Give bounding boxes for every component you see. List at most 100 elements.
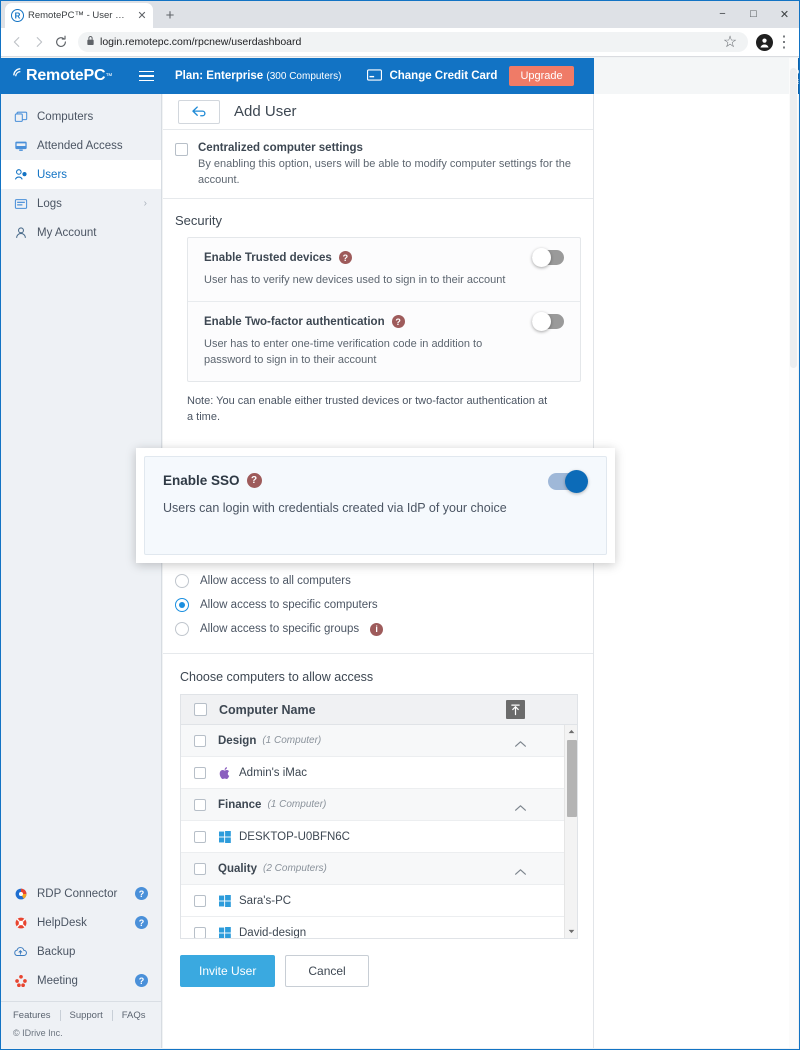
logs-icon	[13, 197, 28, 211]
rdp-icon	[13, 887, 28, 901]
computer-list-scrollbar[interactable]	[564, 725, 577, 938]
table-row-admins-imac[interactable]: Admin's iMac	[181, 757, 577, 789]
sidebar-label-helpdesk: HelpDesk	[37, 916, 87, 929]
sidebar-item-meeting[interactable]: Meeting ?	[0, 966, 161, 995]
maximize-button[interactable]: □	[738, 0, 769, 28]
invite-user-button[interactable]: Invite User	[180, 955, 276, 987]
chevron-right-icon[interactable]: ›	[144, 198, 147, 209]
footer-link-support[interactable]: Support	[61, 1010, 113, 1021]
checkbox-desktop-u0bfn6c[interactable]	[194, 830, 206, 843]
scroll-up-arrow-icon[interactable]	[565, 725, 577, 738]
group-count-finance: (1 Computer)	[267, 799, 327, 810]
checkbox-group-finance[interactable]	[194, 798, 206, 811]
profile-avatar-icon[interactable]	[754, 32, 774, 52]
sidebar-item-users[interactable]: Users	[0, 160, 161, 189]
forward-icon[interactable]	[28, 31, 50, 53]
centralized-settings-checkbox[interactable]	[175, 143, 188, 156]
address-bar[interactable]: login.remotepc.com/rpcnew/userdashboard …	[78, 32, 748, 52]
sidebar-item-helpdesk[interactable]: HelpDesk ?	[0, 908, 161, 937]
browser-menu-icon[interactable]: ⋮	[774, 32, 794, 52]
group-count-design: (1 Computer)	[262, 735, 322, 746]
table-row-saras-pc[interactable]: Sara's-PC	[181, 885, 577, 917]
help-icon-rdp-connector[interactable]: ?	[135, 887, 148, 900]
trademark-symbol: ™	[105, 72, 113, 80]
plan-name: Plan: Enterprise	[175, 70, 264, 82]
new-tab-button[interactable]: +	[160, 6, 180, 26]
sidebar-item-computers[interactable]: Computers	[0, 102, 161, 131]
help-icon-sso[interactable]: ?	[246, 473, 262, 488]
brand-name: RemotePC	[26, 67, 106, 84]
footer-link-faqs[interactable]: FAQs	[113, 1010, 155, 1021]
right-empty-pane	[594, 94, 789, 1048]
radio-all-computers[interactable]	[175, 574, 189, 588]
minimize-button[interactable]: −	[707, 0, 738, 28]
radio-specific-computers[interactable]	[175, 598, 189, 612]
footer-link-features[interactable]: Features	[13, 1010, 61, 1021]
sso-toggle[interactable]	[548, 470, 588, 493]
radio-specific-groups[interactable]	[175, 622, 189, 636]
sidebar-item-attended-access[interactable]: Attended Access	[0, 131, 161, 160]
info-icon-specific-groups[interactable]: i	[370, 622, 384, 636]
close-tab-icon[interactable]: ✕	[136, 10, 148, 22]
trusted-devices-toggle[interactable]	[532, 248, 564, 267]
browser-tab[interactable]: R RemotePC™ - User Management ✕	[5, 3, 153, 28]
page-scrollbar-thumb[interactable]	[790, 68, 797, 368]
display-icon	[13, 139, 28, 153]
back-button[interactable]	[178, 99, 220, 124]
computer-list-header: Computer Name	[181, 695, 577, 725]
permission-option-all-computers[interactable]: Allow access to all computers	[163, 569, 593, 593]
checkbox-group-design[interactable]	[194, 734, 206, 747]
scrollbar-thumb[interactable]	[567, 740, 577, 817]
reload-icon[interactable]	[50, 31, 72, 53]
page-title: Add User	[234, 103, 297, 120]
sidebar-item-my-account[interactable]: My Account	[0, 218, 161, 247]
checkbox-admins-imac[interactable]	[194, 766, 206, 779]
cancel-button[interactable]: Cancel	[285, 955, 369, 987]
sidebar-item-backup[interactable]: Backup	[0, 937, 161, 966]
scroll-down-arrow-icon[interactable]	[565, 925, 577, 938]
change-credit-card-button[interactable]: Change Credit Card	[355, 68, 509, 84]
checkbox-group-quality[interactable]	[194, 862, 206, 875]
group-name-design: Design	[218, 734, 257, 747]
back-icon[interactable]	[6, 31, 28, 53]
help-icon-two-factor[interactable]: ?	[391, 315, 405, 328]
help-icon-trusted-devices[interactable]: ?	[338, 251, 352, 264]
table-row-desktop-u0bfn6c[interactable]: DESKTOP-U0BFN6C	[181, 821, 577, 853]
permission-label-all-computers: Allow access to all computers	[200, 575, 351, 587]
checkbox-david-design[interactable]	[194, 926, 206, 938]
page-header: Add User	[163, 94, 593, 130]
table-row-group-design[interactable]: Design (1 Computer)	[181, 725, 577, 757]
upgrade-button[interactable]: Upgrade	[509, 66, 574, 86]
sidebar-bottom-nav: RDP Connector ? HelpDesk ? Backup Meetin…	[0, 879, 161, 995]
bookmark-star-icon[interactable]: ☆	[720, 32, 740, 52]
brand-logo[interactable]: RemotePC ™	[0, 67, 131, 85]
help-icon-meeting[interactable]: ?	[135, 974, 148, 987]
table-row-group-quality[interactable]: Quality (2 Computers)	[181, 853, 577, 885]
permission-option-specific-computers[interactable]: Allow access to specific computers	[163, 593, 593, 617]
hamburger-icon[interactable]	[131, 70, 161, 82]
sidebar-label-meeting: Meeting	[37, 974, 78, 987]
checkbox-saras-pc[interactable]	[194, 894, 206, 907]
sidebar-item-rdp-connector[interactable]: RDP Connector ?	[0, 879, 161, 908]
credit-card-icon	[367, 68, 383, 84]
header-right-band	[594, 58, 789, 94]
plan-computers: (300 Computers)	[266, 71, 342, 82]
close-window-button[interactable]: ✕	[769, 0, 800, 28]
sort-ascending-icon[interactable]	[506, 700, 525, 719]
two-factor-toggle[interactable]	[532, 312, 564, 331]
main-content: Add User Centralized computer settings B…	[163, 94, 594, 1048]
trusted-devices-row: Enable Trusted devices ? User has to ver…	[188, 238, 580, 301]
permission-option-specific-groups[interactable]: Allow access to specific groups i	[163, 617, 593, 641]
chevron-up-icon-quality[interactable]	[514, 863, 527, 881]
page-scrollbar[interactable]	[789, 58, 798, 1048]
select-all-checkbox[interactable]	[194, 703, 207, 716]
sidebar-label-my-account: My Account	[37, 226, 97, 239]
windows-icon	[219, 830, 233, 843]
help-icon-helpdesk[interactable]: ?	[135, 916, 148, 929]
table-row-group-finance[interactable]: Finance (1 Computer)	[181, 789, 577, 821]
chevron-up-icon-finance[interactable]	[514, 799, 527, 817]
sso-highlight-overlay: Enable SSO ? Users can login with creden…	[136, 448, 615, 563]
table-row-david-design[interactable]: David-design	[181, 917, 577, 938]
chevron-up-icon-design[interactable]	[514, 735, 527, 753]
sidebar-item-logs[interactable]: Logs ›	[0, 189, 161, 218]
